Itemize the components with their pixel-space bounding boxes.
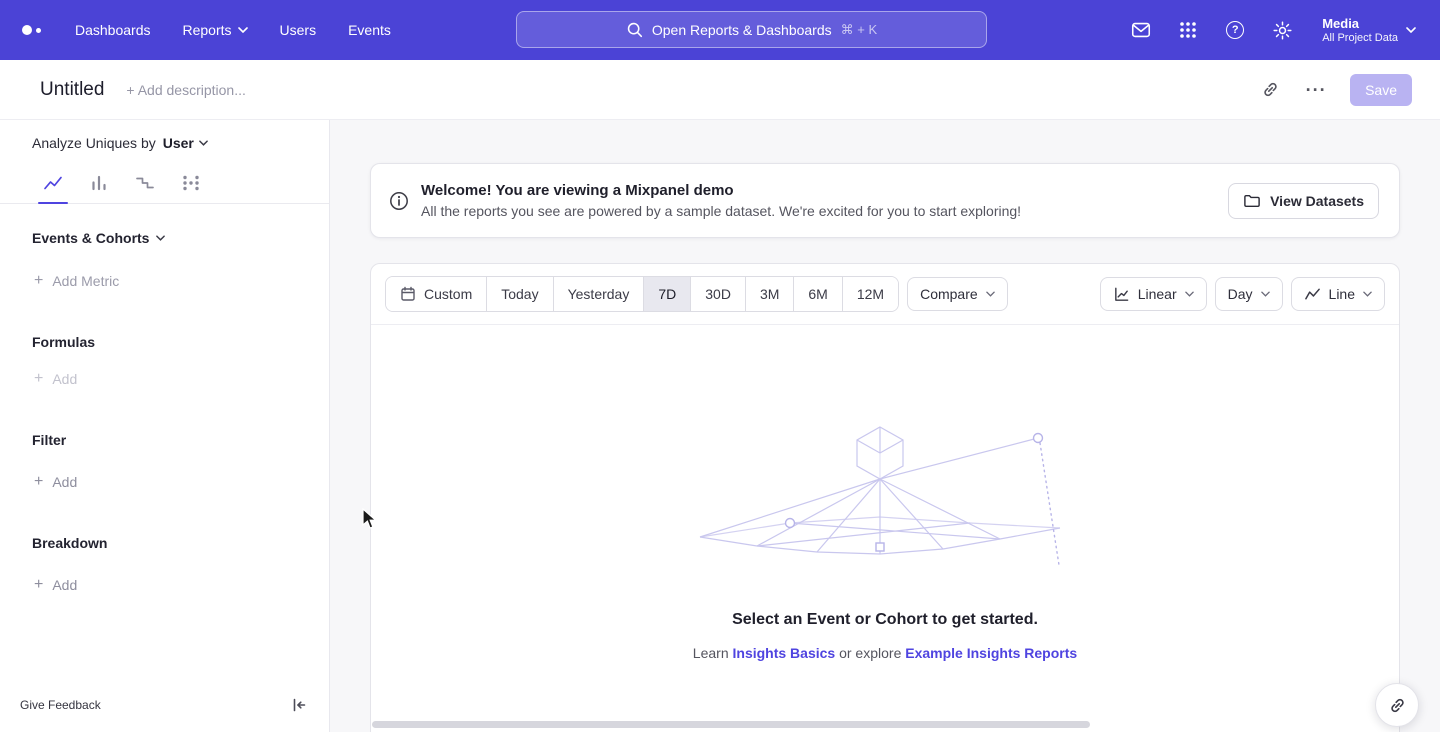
nav-item-dashboards[interactable]: Dashboards (75, 22, 151, 38)
formulas-section: Formulas (0, 334, 329, 350)
primary-nav: Dashboards Reports Users Events (75, 22, 391, 38)
folder-icon (1243, 193, 1261, 209)
tab-flows[interactable] (168, 165, 214, 203)
top-navigation: Dashboards Reports Users Events Open Rep… (0, 0, 1440, 60)
bar-chart-icon (89, 173, 109, 193)
range-6m-button[interactable]: 6M (793, 277, 841, 311)
global-search-button[interactable]: Open Reports & Dashboards ⌘ + K (516, 11, 987, 48)
plus-icon: + (34, 578, 43, 592)
plus-icon: + (34, 372, 43, 386)
project-selector[interactable]: Media All Project Data (1322, 16, 1416, 45)
flows-dots-icon (181, 173, 201, 193)
add-formula-button[interactable]: + Add (0, 371, 329, 387)
linear-axis-icon (1113, 286, 1130, 303)
chart-empty-state: Select an Event or Cohort to get started… (371, 325, 1399, 661)
insights-report-card: Custom Today Yesterday 7D 30D 3M 6M 12M … (370, 263, 1400, 732)
insights-basics-link[interactable]: Insights Basics (733, 645, 836, 661)
chevron-down-icon (1363, 291, 1372, 297)
plus-icon: + (34, 475, 43, 489)
chevron-down-icon (238, 27, 248, 33)
filter-section: Filter (0, 432, 329, 448)
add-metric-button[interactable]: + Add Metric (0, 273, 329, 289)
nav-item-events[interactable]: Events (348, 22, 391, 38)
plus-icon: + (34, 274, 43, 288)
breakdown-section: Breakdown (0, 535, 329, 551)
mail-icon[interactable] (1130, 19, 1152, 41)
calendar-icon (400, 286, 416, 302)
copy-link-icon[interactable] (1258, 78, 1282, 102)
report-header: Untitled + Add description... ··· Save (0, 60, 1440, 120)
logo-dot-icon (36, 28, 41, 33)
banner-subtitle: All the reports you see are powered by a… (421, 203, 1021, 219)
empty-state-subtitle: Learn Insights Basics or explore Example… (371, 645, 1399, 661)
logo-dot-icon (22, 25, 32, 35)
help-icon[interactable]: ? (1224, 19, 1246, 41)
add-filter-button[interactable]: + Add (0, 474, 329, 490)
view-datasets-button[interactable]: View Datasets (1228, 183, 1379, 219)
chevron-down-icon (156, 235, 165, 241)
nav-right-cluster: ? Media All Project Data (1130, 0, 1416, 60)
range-7d-button[interactable]: 7D (643, 277, 690, 311)
chevron-down-icon (1406, 27, 1416, 33)
chevron-down-icon (1261, 291, 1270, 297)
chart-display-controls: Linear Day Line (1092, 277, 1385, 311)
chart-type-dropdown[interactable]: Line (1291, 277, 1385, 311)
range-30d-button[interactable]: 30D (690, 277, 745, 311)
chevron-down-icon (199, 140, 208, 146)
header-actions: ··· Save (1258, 74, 1412, 106)
nav-item-users[interactable]: Users (280, 22, 317, 38)
wireframe-illustration (695, 425, 1075, 575)
chart-toolbar: Custom Today Yesterday 7D 30D 3M 6M 12M … (371, 264, 1399, 325)
analyze-value-dropdown[interactable]: User (163, 135, 208, 151)
date-range-segmented-control: Custom Today Yesterday 7D 30D 3M 6M 12M (385, 276, 899, 312)
search-shortcut: ⌘ + K (841, 22, 878, 38)
project-scope: All Project Data (1322, 31, 1398, 45)
range-yesterday-button[interactable]: Yesterday (553, 277, 644, 311)
share-link-fab[interactable] (1375, 683, 1419, 727)
scale-dropdown[interactable]: Linear (1100, 277, 1207, 311)
info-icon (389, 191, 409, 211)
analyze-label: Analyze Uniques by (32, 135, 156, 151)
welcome-banner: Welcome! You are viewing a Mixpanel demo… (370, 163, 1400, 238)
mixpanel-logo[interactable] (22, 25, 41, 35)
sidebar-footer: Give Feedback (0, 688, 329, 732)
main-content: Welcome! You are viewing a Mixpanel demo… (330, 120, 1440, 732)
range-custom-button[interactable]: Custom (386, 277, 486, 311)
analyze-uniques-row: Analyze Uniques by User (0, 120, 329, 151)
link-icon (1388, 696, 1407, 715)
give-feedback-link[interactable]: Give Feedback (20, 698, 101, 712)
collapse-sidebar-icon[interactable] (291, 697, 307, 713)
interval-dropdown[interactable]: Day (1215, 277, 1283, 311)
apps-grid-icon[interactable] (1177, 19, 1199, 41)
more-options-icon[interactable]: ··· (1304, 78, 1328, 102)
metric-type-tabs (0, 165, 329, 204)
banner-title: Welcome! You are viewing a Mixpanel demo (421, 182, 1021, 199)
report-title[interactable]: Untitled (40, 79, 104, 101)
example-insights-reports-link[interactable]: Example Insights Reports (905, 645, 1077, 661)
range-3m-button[interactable]: 3M (745, 277, 793, 311)
range-12m-button[interactable]: 12M (842, 277, 898, 311)
settings-gear-icon[interactable] (1271, 19, 1293, 41)
search-placeholder: Open Reports & Dashboards (652, 22, 832, 38)
tab-insights-chart[interactable] (30, 165, 76, 203)
line-type-icon (1304, 286, 1321, 303)
chevron-down-icon (986, 291, 995, 297)
line-chart-icon (43, 173, 63, 193)
search-icon (626, 21, 643, 38)
horizontal-scrollbar[interactable] (372, 721, 1090, 728)
add-breakdown-button[interactable]: + Add (0, 577, 329, 593)
compare-dropdown[interactable]: Compare (907, 277, 1008, 311)
save-button[interactable]: Save (1350, 74, 1412, 106)
range-today-button[interactable]: Today (486, 277, 552, 311)
tab-funnel[interactable] (122, 165, 168, 203)
query-builder-sidebar: Analyze Uniques by User Events & Cohorts… (0, 120, 330, 732)
events-cohorts-section[interactable]: Events & Cohorts (0, 230, 329, 246)
add-description-field[interactable]: + Add description... (126, 82, 245, 98)
chevron-down-icon (1185, 291, 1194, 297)
nav-item-reports[interactable]: Reports (183, 22, 248, 38)
funnel-steps-icon (135, 173, 155, 193)
project-name: Media (1322, 16, 1398, 31)
tab-bar-chart[interactable] (76, 165, 122, 203)
empty-state-title: Select an Event or Cohort to get started… (371, 611, 1399, 629)
